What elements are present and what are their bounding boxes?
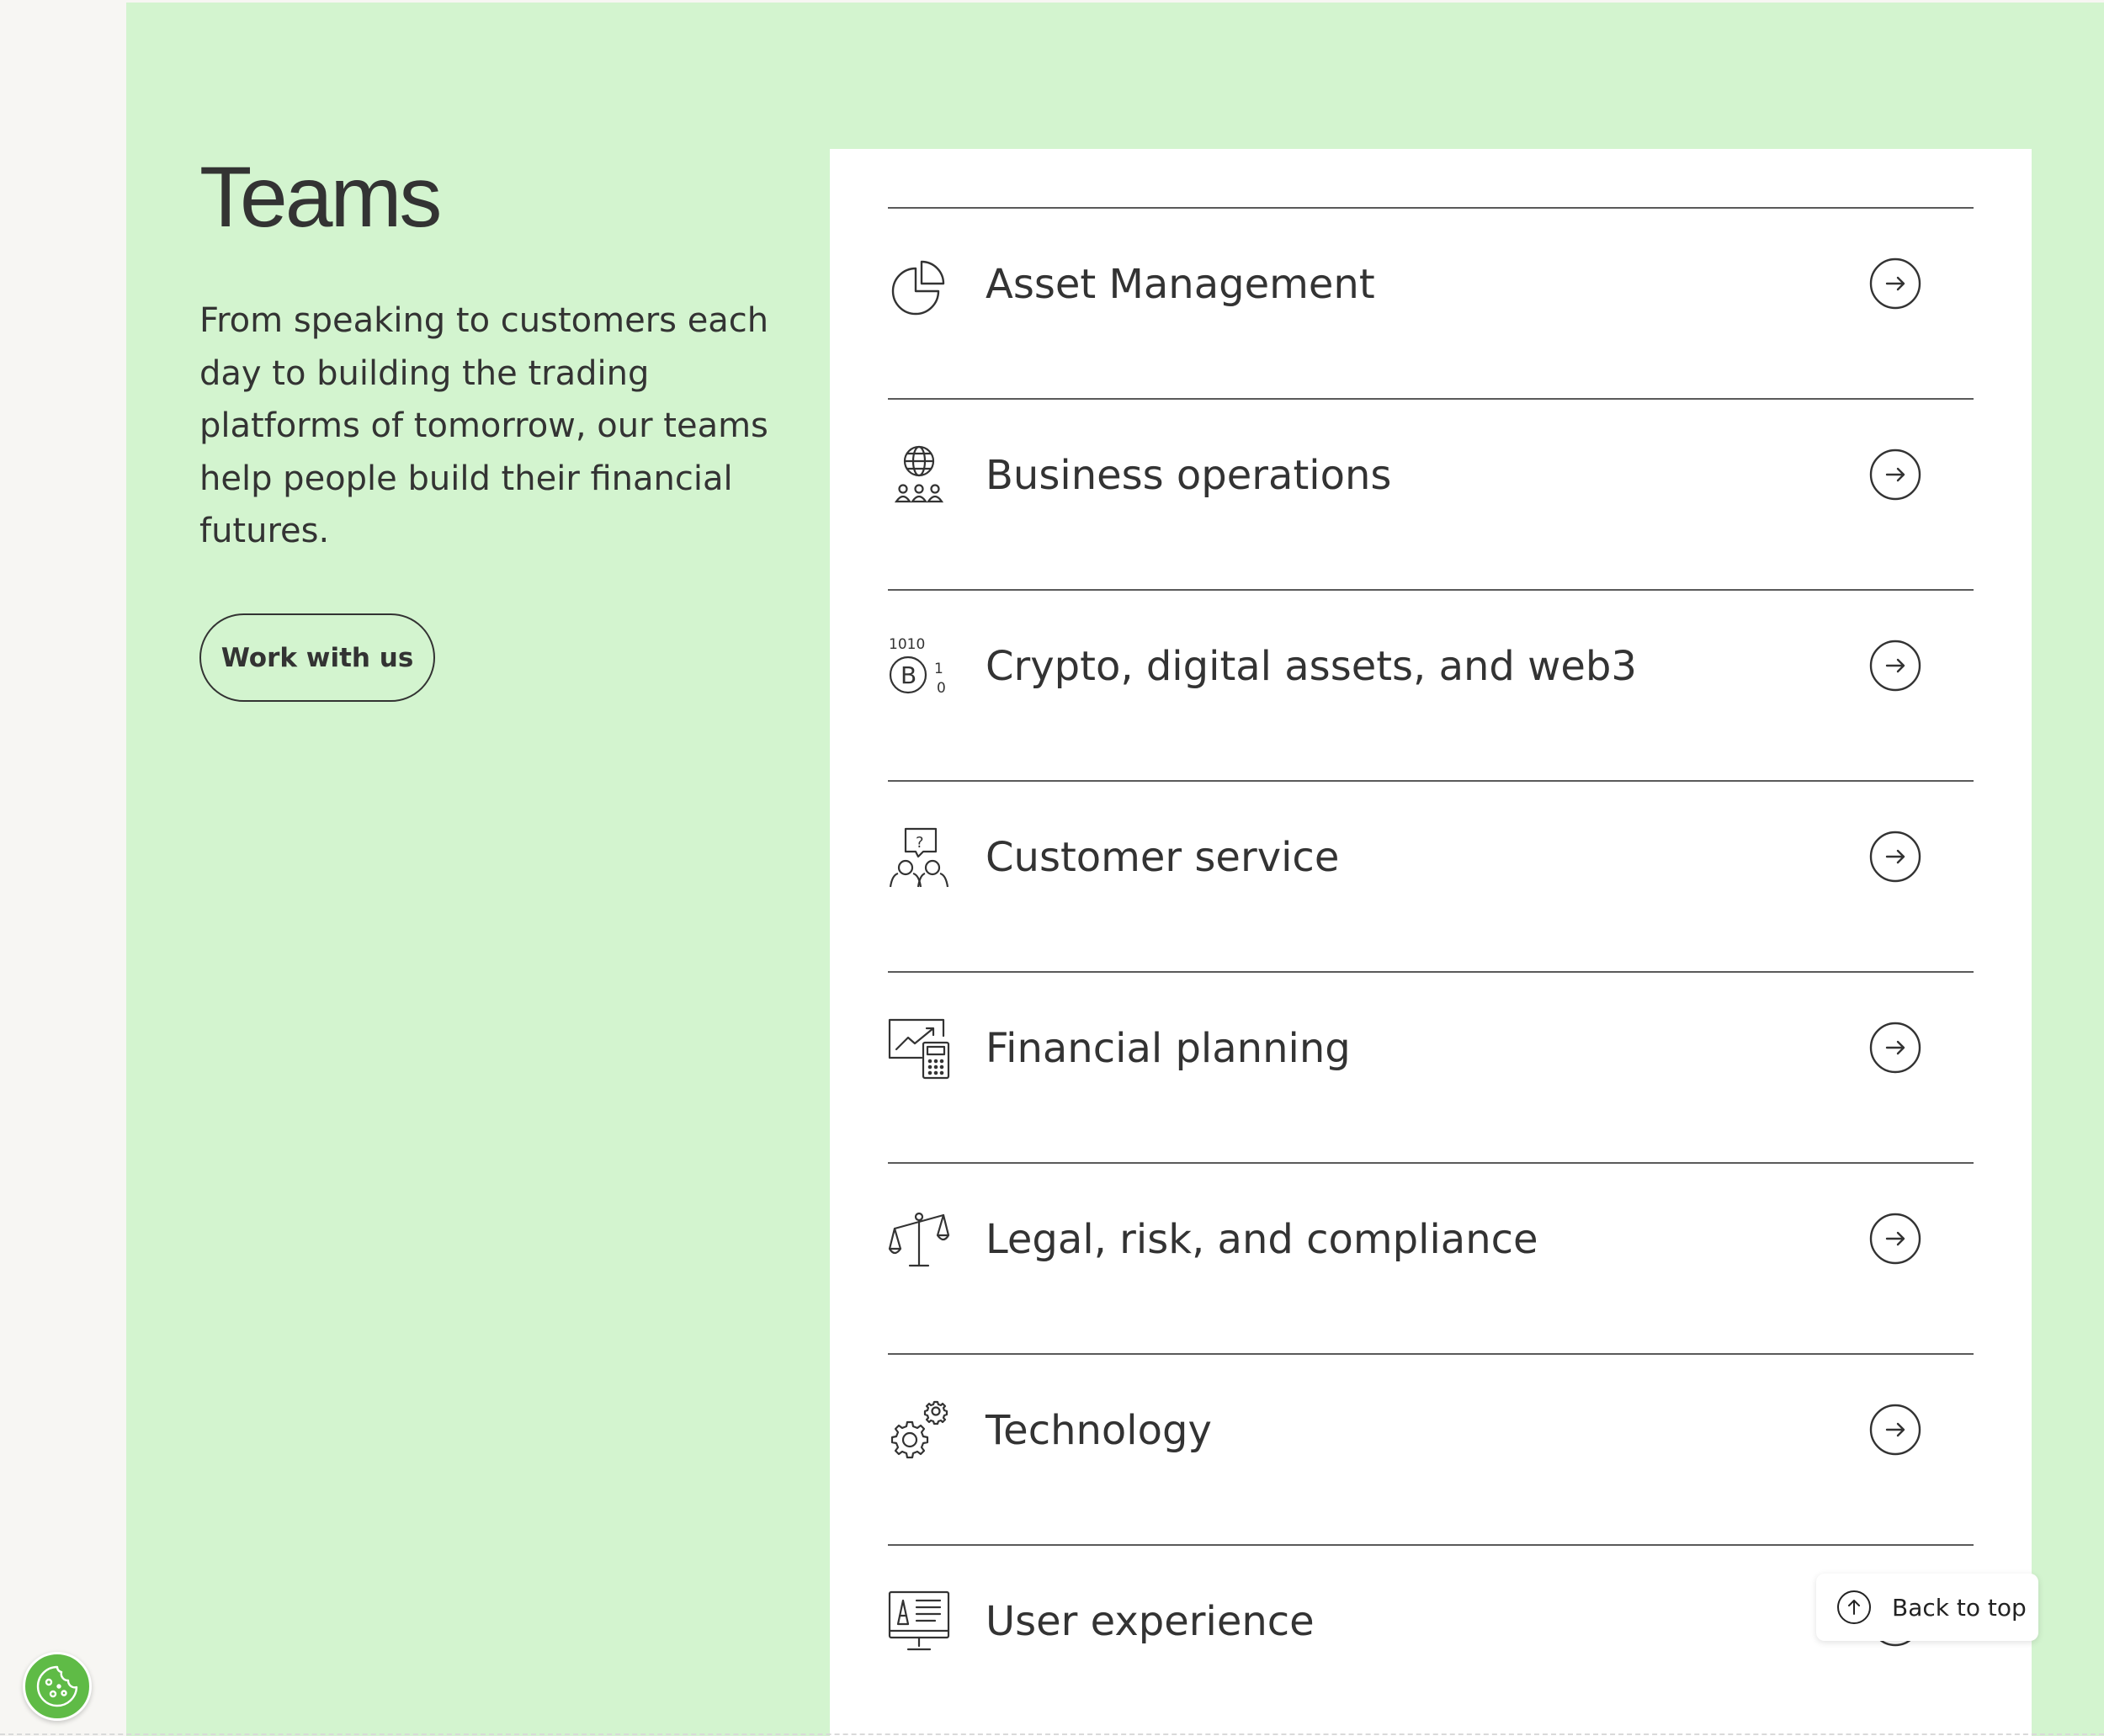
back-to-top-button[interactable]: Back to top [1816, 1574, 2038, 1641]
support-question-icon: ? [888, 826, 950, 889]
work-with-us-button[interactable]: Work with us [199, 613, 435, 702]
team-label: Technology [986, 1407, 1212, 1454]
svg-text:0: 0 [937, 680, 946, 697]
team-label: Business operations [986, 452, 1392, 499]
team-label: Crypto, digital assets, and web3 [986, 643, 1637, 690]
team-label: User experience [986, 1598, 1315, 1645]
arrow-right-circle-icon[interactable] [1869, 1213, 1921, 1265]
arrow-up-circle-icon [1836, 1590, 1872, 1625]
team-row-legal-risk-compliance[interactable]: Legal, risk, and compliance [888, 1162, 1974, 1353]
team-row-crypto[interactable]: 1010 B 1 0 Crypto, digital assets, and w… [888, 589, 1974, 780]
design-monitor-icon [888, 1590, 950, 1653]
arrow-right-circle-icon[interactable] [1869, 831, 1921, 883]
team-row-financial-planning[interactable]: Financial planning [888, 971, 1974, 1162]
scales-icon [888, 1208, 950, 1271]
back-to-top-label: Back to top [1892, 1593, 2027, 1622]
bitcoin-binary-icon: 1010 B 1 0 [888, 635, 950, 698]
team-row-asset-management[interactable]: Asset Management [888, 207, 1974, 398]
team-row-user-experience[interactable]: User experience [888, 1544, 1974, 1735]
svg-text:?: ? [916, 834, 924, 852]
teams-list: Asset Management Business operations 101… [888, 207, 1974, 1735]
section-description: From speaking to customers each day to b… [199, 301, 769, 550]
arrow-right-circle-icon[interactable] [1869, 257, 1921, 310]
team-label: Financial planning [986, 1025, 1351, 1072]
team-label: Legal, risk, and compliance [986, 1216, 1538, 1263]
svg-text:1010: 1010 [889, 636, 925, 653]
pie-chart-icon [888, 253, 950, 316]
globe-people-icon [888, 444, 950, 507]
arrow-right-circle-icon[interactable] [1869, 640, 1921, 692]
svg-text:1: 1 [934, 661, 943, 677]
section-title: Teams [199, 149, 442, 245]
svg-text:B: B [901, 661, 917, 689]
gears-icon [888, 1399, 950, 1462]
team-row-customer-service[interactable]: ? Customer service [888, 780, 1974, 971]
team-row-business-operations[interactable]: Business operations [888, 398, 1974, 589]
arrow-right-circle-icon[interactable] [1869, 1404, 1921, 1456]
team-label: Asset Management [986, 261, 1375, 308]
arrow-right-circle-icon[interactable] [1869, 449, 1921, 501]
cookie-settings-button[interactable] [23, 1652, 92, 1721]
cookie-icon [35, 1664, 80, 1709]
team-row-technology[interactable]: Technology [888, 1353, 1974, 1544]
team-label: Customer service [986, 834, 1340, 881]
arrow-right-circle-icon[interactable] [1869, 1022, 1921, 1074]
chart-calculator-icon [888, 1017, 950, 1080]
